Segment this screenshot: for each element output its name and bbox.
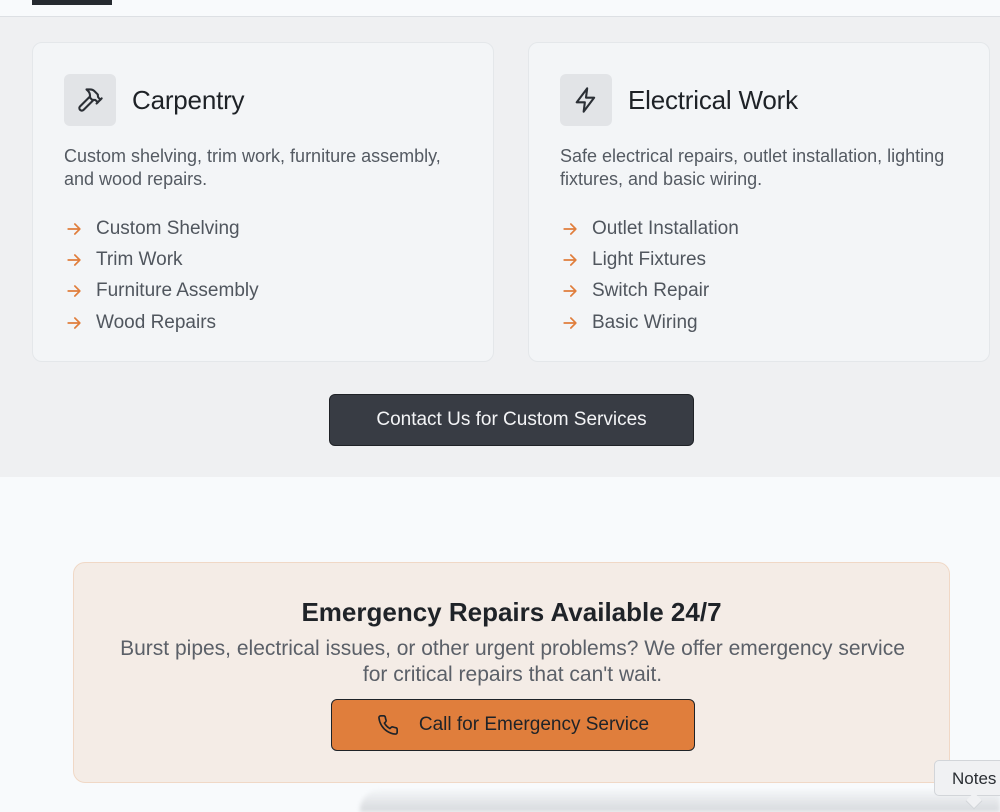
emergency-button-label: Call for Emergency Service [418, 714, 650, 735]
service-card-electrical: Electrical Work Safe electrical repairs,… [528, 42, 990, 362]
services-section: Carpentry Custom shelving, trim work, fu… [0, 17, 1000, 477]
arrow-right-icon [563, 222, 577, 235]
arrow-right-icon [563, 285, 577, 298]
arrow-right-icon [67, 285, 81, 298]
list-item: Wood Repairs [64, 307, 259, 338]
list-item: Custom Shelving [64, 213, 259, 244]
list-item: Trim Work [64, 244, 259, 275]
list-item-label: Furniture Assembly [96, 280, 259, 302]
arrow-right-icon [67, 254, 81, 266]
service-card-carpentry: Carpentry Custom shelving, trim work, fu… [32, 42, 494, 362]
list-item-label: Trim Work [96, 248, 183, 270]
top-nav-bar [0, 0, 1000, 17]
list-item: Light Fixtures [560, 244, 739, 275]
list-item-label: Switch Repair [592, 280, 710, 302]
active-nav-indicator [32, 0, 112, 5]
list-item-label: Basic Wiring [592, 311, 698, 333]
service-list: Outlet Installation Light Fixtures Switc… [560, 213, 739, 338]
notes-tab[interactable]: Notes [934, 760, 1000, 796]
card-title: Carpentry [132, 85, 245, 115]
emergency-title: Emergency Repairs Available 24/7 [301, 597, 722, 627]
arrow-right-icon [67, 316, 81, 329]
list-item-label: Outlet Installation [592, 217, 739, 239]
bottom-shadow [360, 790, 1000, 812]
list-item: Furniture Assembly [64, 276, 259, 307]
emergency-banner: Emergency Repairs Available 24/7 Burst p… [73, 562, 950, 783]
phone-icon [378, 715, 398, 735]
card-description: Safe electrical repairs, outlet installa… [560, 146, 945, 189]
list-item-label: Custom Shelving [96, 217, 240, 239]
lightning-bolt-icon [560, 74, 612, 126]
arrow-right-icon [67, 222, 81, 235]
arrow-right-icon [563, 254, 577, 266]
list-item: Switch Repair [560, 276, 739, 307]
list-item: Outlet Installation [560, 213, 739, 244]
notes-tab-label: Notes [952, 769, 997, 788]
emergency-description: Burst pipes, electrical issues, or other… [120, 637, 905, 686]
arrow-right-icon [563, 316, 577, 329]
card-title: Electrical Work [628, 85, 798, 115]
contact-custom-services-button[interactable]: Contact Us for Custom Services [329, 394, 694, 446]
emergency-call-button[interactable]: Call for Emergency Service [331, 699, 695, 751]
card-description: Custom shelving, trim work, furniture as… [64, 146, 441, 189]
list-item-label: Wood Repairs [96, 311, 217, 333]
list-item-label: Light Fixtures [592, 248, 707, 270]
service-list: Custom Shelving Trim Work Furniture Asse… [64, 213, 259, 338]
list-item: Basic Wiring [560, 307, 739, 338]
hammer-icon [64, 74, 116, 126]
